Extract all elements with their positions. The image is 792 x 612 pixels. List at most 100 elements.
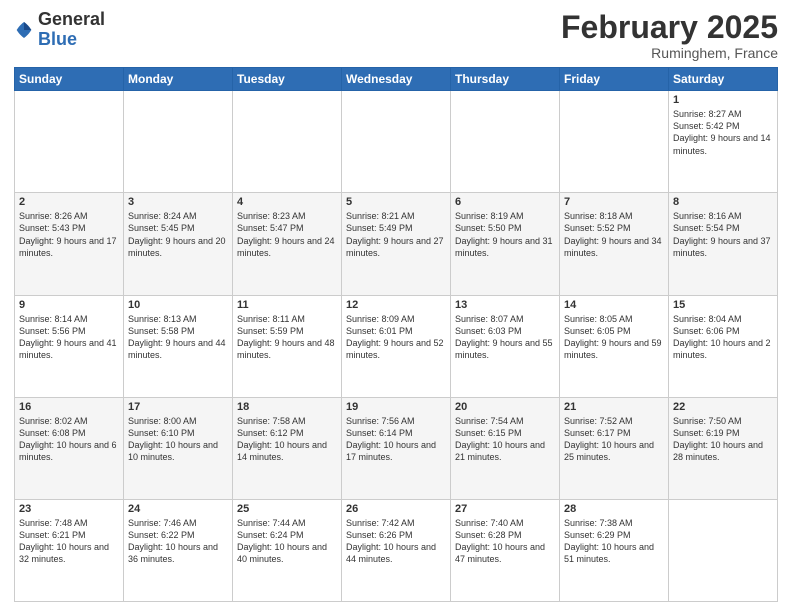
day-number: 27 — [455, 503, 555, 515]
day-number: 24 — [128, 503, 228, 515]
location: Ruminghem, France — [561, 45, 778, 61]
day-info: Sunrise: 8:14 AM Sunset: 5:56 PM Dayligh… — [19, 313, 119, 362]
day-info: Sunrise: 7:44 AM Sunset: 6:24 PM Dayligh… — [237, 517, 337, 566]
day-info: Sunrise: 7:56 AM Sunset: 6:14 PM Dayligh… — [346, 415, 446, 464]
day-number: 21 — [564, 401, 664, 413]
col-friday: Friday — [560, 68, 669, 91]
month-title: February 2025 — [561, 10, 778, 45]
day-number: 6 — [455, 196, 555, 208]
day-info: Sunrise: 8:27 AM Sunset: 5:42 PM Dayligh… — [673, 108, 773, 157]
day-info: Sunrise: 7:40 AM Sunset: 6:28 PM Dayligh… — [455, 517, 555, 566]
day-info: Sunrise: 7:52 AM Sunset: 6:17 PM Dayligh… — [564, 415, 664, 464]
logo-icon — [14, 20, 34, 40]
day-info: Sunrise: 8:09 AM Sunset: 6:01 PM Dayligh… — [346, 313, 446, 362]
day-info: Sunrise: 8:24 AM Sunset: 5:45 PM Dayligh… — [128, 210, 228, 259]
col-saturday: Saturday — [669, 68, 778, 91]
title-area: February 2025 Ruminghem, France — [561, 10, 778, 61]
calendar-week-row-1: 2 Sunrise: 8:26 AM Sunset: 5:43 PM Daylig… — [15, 193, 778, 295]
calendar-cell: 12 Sunrise: 8:09 AM Sunset: 6:01 PM Dayli… — [342, 295, 451, 397]
day-info: Sunrise: 8:16 AM Sunset: 5:54 PM Dayligh… — [673, 210, 773, 259]
calendar-cell: 19 Sunrise: 7:56 AM Sunset: 6:14 PM Dayli… — [342, 397, 451, 499]
calendar-cell: 3Sunrise: 8:24 AM Sunset: 5:45 PM Daylig… — [124, 193, 233, 295]
day-number: 28 — [564, 503, 664, 515]
day-info: Sunrise: 7:46 AM Sunset: 6:22 PM Dayligh… — [128, 517, 228, 566]
day-number: 17 — [128, 401, 228, 413]
day-number: 23 — [19, 503, 119, 515]
day-number: 19 — [346, 401, 446, 413]
day-info: Sunrise: 7:58 AM Sunset: 6:12 PM Dayligh… — [237, 415, 337, 464]
day-info: Sunrise: 8:00 AM Sunset: 6:10 PM Dayligh… — [128, 415, 228, 464]
day-number: 14 — [564, 299, 664, 311]
calendar-cell: 22Sunrise: 7:50 AM Sunset: 6:19 PM Dayli… — [669, 397, 778, 499]
calendar-cell — [560, 91, 669, 193]
calendar-cell — [124, 91, 233, 193]
calendar-cell — [342, 91, 451, 193]
day-number: 9 — [19, 299, 119, 311]
day-number: 26 — [346, 503, 446, 515]
day-info: Sunrise: 7:54 AM Sunset: 6:15 PM Dayligh… — [455, 415, 555, 464]
calendar-cell: 8 Sunrise: 8:16 AM Sunset: 5:54 PM Daylig… — [669, 193, 778, 295]
day-info: Sunrise: 8:07 AM Sunset: 6:03 PM Dayligh… — [455, 313, 555, 362]
calendar-week-row-4: 23 Sunrise: 7:48 AM Sunset: 6:21 PM Dayli… — [15, 499, 778, 601]
calendar-cell: 20 Sunrise: 7:54 AM Sunset: 6:15 PM Dayli… — [451, 397, 560, 499]
day-number: 11 — [237, 299, 337, 311]
day-info: Sunrise: 8:05 AM Sunset: 6:05 PM Dayligh… — [564, 313, 664, 362]
day-number: 2 — [19, 196, 119, 208]
day-number: 16 — [19, 401, 119, 413]
calendar-cell: 9 Sunrise: 8:14 AM Sunset: 5:56 PM Daylig… — [15, 295, 124, 397]
day-info: Sunrise: 8:21 AM Sunset: 5:49 PM Dayligh… — [346, 210, 446, 259]
calendar-cell: 2 Sunrise: 8:26 AM Sunset: 5:43 PM Daylig… — [15, 193, 124, 295]
calendar-cell — [669, 499, 778, 601]
day-info: Sunrise: 7:42 AM Sunset: 6:26 PM Dayligh… — [346, 517, 446, 566]
day-info: Sunrise: 8:19 AM Sunset: 5:50 PM Dayligh… — [455, 210, 555, 259]
calendar-cell: 7Sunrise: 8:18 AM Sunset: 5:52 PM Daylig… — [560, 193, 669, 295]
day-number: 15 — [673, 299, 773, 311]
day-info: Sunrise: 8:26 AM Sunset: 5:43 PM Dayligh… — [19, 210, 119, 259]
calendar-cell: 25 Sunrise: 7:44 AM Sunset: 6:24 PM Dayli… — [233, 499, 342, 601]
calendar-cell: 21 Sunrise: 7:52 AM Sunset: 6:17 PM Dayli… — [560, 397, 669, 499]
day-info: Sunrise: 7:38 AM Sunset: 6:29 PM Dayligh… — [564, 517, 664, 566]
day-number: 18 — [237, 401, 337, 413]
day-number: 12 — [346, 299, 446, 311]
calendar-week-row-0: 1Sunrise: 8:27 AM Sunset: 5:42 PM Daylig… — [15, 91, 778, 193]
day-number: 13 — [455, 299, 555, 311]
day-number: 25 — [237, 503, 337, 515]
calendar-cell: 23 Sunrise: 7:48 AM Sunset: 6:21 PM Dayli… — [15, 499, 124, 601]
day-info: Sunrise: 8:13 AM Sunset: 5:58 PM Dayligh… — [128, 313, 228, 362]
calendar-cell: 1Sunrise: 8:27 AM Sunset: 5:42 PM Daylig… — [669, 91, 778, 193]
calendar-week-row-2: 9 Sunrise: 8:14 AM Sunset: 5:56 PM Daylig… — [15, 295, 778, 397]
day-info: Sunrise: 8:23 AM Sunset: 5:47 PM Dayligh… — [237, 210, 337, 259]
header: General Blue February 2025 Ruminghem, Fr… — [14, 10, 778, 61]
calendar-cell: 27 Sunrise: 7:40 AM Sunset: 6:28 PM Dayli… — [451, 499, 560, 601]
calendar-header-row: Sunday Monday Tuesday Wednesday Thursday… — [15, 68, 778, 91]
calendar-cell: 14 Sunrise: 8:05 AM Sunset: 6:05 PM Dayli… — [560, 295, 669, 397]
day-info: Sunrise: 7:50 AM Sunset: 6:19 PM Dayligh… — [673, 415, 773, 464]
logo-text: General Blue — [38, 10, 105, 50]
col-wednesday: Wednesday — [342, 68, 451, 91]
col-sunday: Sunday — [15, 68, 124, 91]
day-info: Sunrise: 8:02 AM Sunset: 6:08 PM Dayligh… — [19, 415, 119, 464]
day-info: Sunrise: 8:11 AM Sunset: 5:59 PM Dayligh… — [237, 313, 337, 362]
calendar-table: Sunday Monday Tuesday Wednesday Thursday… — [14, 67, 778, 602]
calendar-cell: 24 Sunrise: 7:46 AM Sunset: 6:22 PM Dayli… — [124, 499, 233, 601]
page: General Blue February 2025 Ruminghem, Fr… — [0, 0, 792, 612]
day-number: 7 — [564, 196, 664, 208]
calendar-cell: 6 Sunrise: 8:19 AM Sunset: 5:50 PM Daylig… — [451, 193, 560, 295]
calendar-cell: 10Sunrise: 8:13 AM Sunset: 5:58 PM Dayli… — [124, 295, 233, 397]
calendar-week-row-3: 16 Sunrise: 8:02 AM Sunset: 6:08 PM Dayli… — [15, 397, 778, 499]
col-tuesday: Tuesday — [233, 68, 342, 91]
col-thursday: Thursday — [451, 68, 560, 91]
calendar-cell: 13 Sunrise: 8:07 AM Sunset: 6:03 PM Dayli… — [451, 295, 560, 397]
col-monday: Monday — [124, 68, 233, 91]
calendar-cell: 11 Sunrise: 8:11 AM Sunset: 5:59 PM Dayli… — [233, 295, 342, 397]
calendar-cell: 15 Sunrise: 8:04 AM Sunset: 6:06 PM Dayli… — [669, 295, 778, 397]
calendar-cell — [15, 91, 124, 193]
day-number: 8 — [673, 196, 773, 208]
calendar-cell: 17 Sunrise: 8:00 AM Sunset: 6:10 PM Dayli… — [124, 397, 233, 499]
day-number: 20 — [455, 401, 555, 413]
calendar-cell: 26 Sunrise: 7:42 AM Sunset: 6:26 PM Dayli… — [342, 499, 451, 601]
day-info: Sunrise: 7:48 AM Sunset: 6:21 PM Dayligh… — [19, 517, 119, 566]
day-number: 5 — [346, 196, 446, 208]
day-info: Sunrise: 8:04 AM Sunset: 6:06 PM Dayligh… — [673, 313, 773, 362]
calendar-cell: 18 Sunrise: 7:58 AM Sunset: 6:12 PM Dayli… — [233, 397, 342, 499]
